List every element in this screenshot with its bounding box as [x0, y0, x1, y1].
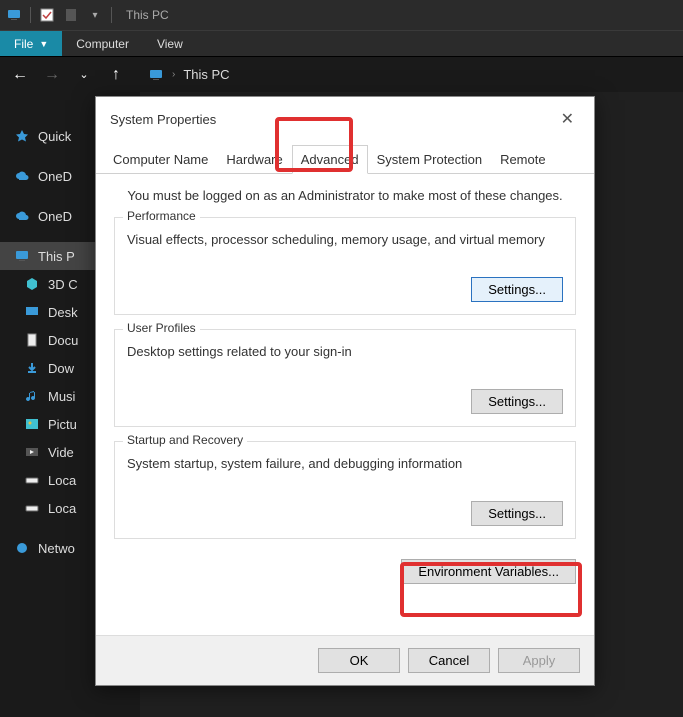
section-legend: User Profiles [123, 321, 200, 335]
navbar: ← → ⌄ ↑ › This PC [0, 56, 683, 92]
ribbon-tab-view[interactable]: View [143, 31, 197, 56]
cloud-icon [14, 168, 30, 184]
performance-section: Performance Visual effects, processor sc… [114, 217, 576, 315]
pc-icon [6, 7, 22, 23]
sidebar-item-label: Dow [48, 361, 74, 376]
video-icon [24, 444, 40, 460]
environment-variables-button[interactable]: Environment Variables... [401, 559, 576, 584]
address-bar[interactable]: › This PC [148, 67, 230, 83]
window-titlebar: ▾ This PC [0, 0, 683, 30]
startup-recovery-section: Startup and Recovery System startup, sys… [114, 441, 576, 539]
network-icon [14, 540, 30, 556]
profiles-settings-button[interactable]: Settings... [471, 389, 563, 414]
section-legend: Performance [123, 209, 200, 223]
tab-hardware[interactable]: Hardware [217, 145, 291, 173]
star-icon [14, 128, 30, 144]
section-description: System startup, system failure, and debu… [127, 456, 563, 471]
sidebar-item-label: Loca [48, 473, 76, 488]
tab-system-protection[interactable]: System Protection [368, 145, 492, 173]
dropdown-icon[interactable]: ▾ [87, 7, 103, 23]
cancel-button[interactable]: Cancel [408, 648, 490, 673]
sidebar-item-label: OneD [38, 169, 72, 184]
download-icon [24, 360, 40, 376]
sidebar-item-label: Musi [48, 389, 75, 404]
forward-button[interactable]: → [42, 66, 62, 84]
chevron-icon: › [172, 69, 175, 80]
ribbon: File▼ Computer View [0, 30, 683, 56]
desktop-icon [24, 304, 40, 320]
performance-settings-button[interactable]: Settings... [471, 277, 563, 302]
drive-icon [24, 472, 40, 488]
ribbon-tab-computer[interactable]: Computer [62, 31, 143, 56]
tab-computer-name[interactable]: Computer Name [104, 145, 217, 173]
dialog-footer: OK Cancel Apply [96, 635, 594, 685]
sidebar-item-label: Loca [48, 501, 76, 516]
dialog-tabs: Computer Name Hardware Advanced System P… [96, 145, 594, 174]
properties-icon[interactable] [63, 7, 79, 23]
sidebar-item-label: This P [38, 249, 75, 264]
startup-settings-button[interactable]: Settings... [471, 501, 563, 526]
sidebar-item-label: 3D C [48, 277, 78, 292]
sidebar-item-label: Vide [48, 445, 74, 460]
tab-advanced[interactable]: Advanced [292, 145, 368, 174]
back-button[interactable]: ← [10, 66, 30, 84]
user-profiles-section: User Profiles Desktop settings related t… [114, 329, 576, 427]
dialog-titlebar: System Properties ✕ [96, 97, 594, 139]
tab-remote[interactable]: Remote [491, 145, 555, 173]
ribbon-tab-file[interactable]: File▼ [0, 31, 62, 56]
divider [30, 7, 31, 23]
recent-dropdown[interactable]: ⌄ [74, 68, 94, 81]
drive-icon [24, 500, 40, 516]
dialog-body: You must be logged on as an Administrato… [96, 174, 594, 608]
sidebar-item-label: Netwo [38, 541, 75, 556]
cube-icon [24, 276, 40, 292]
music-icon [24, 388, 40, 404]
sidebar-item-label: Desk [48, 305, 78, 320]
close-button[interactable]: ✕ [555, 107, 580, 131]
sidebar-item-label: Quick [38, 129, 71, 144]
apply-button[interactable]: Apply [498, 648, 580, 673]
ok-button[interactable]: OK [318, 648, 400, 673]
up-button[interactable]: ↑ [106, 66, 126, 84]
dialog-title: System Properties [110, 112, 216, 127]
pc-icon [148, 67, 164, 83]
divider [111, 7, 112, 23]
document-icon [24, 332, 40, 348]
pc-icon [14, 248, 30, 264]
section-description: Visual effects, processor scheduling, me… [127, 232, 563, 247]
dialog-intro-text: You must be logged on as an Administrato… [114, 188, 576, 203]
cloud-icon [14, 208, 30, 224]
sidebar-item-label: Docu [48, 333, 78, 348]
system-properties-dialog: System Properties ✕ Computer Name Hardwa… [95, 96, 595, 686]
window-title: This PC [126, 8, 169, 22]
picture-icon [24, 416, 40, 432]
breadcrumb-location[interactable]: This PC [183, 67, 229, 82]
sidebar-item-label: Pictu [48, 417, 77, 432]
checkbox-icon[interactable] [39, 7, 55, 23]
section-description: Desktop settings related to your sign-in [127, 344, 563, 359]
section-legend: Startup and Recovery [123, 433, 247, 447]
sidebar-item-label: OneD [38, 209, 72, 224]
